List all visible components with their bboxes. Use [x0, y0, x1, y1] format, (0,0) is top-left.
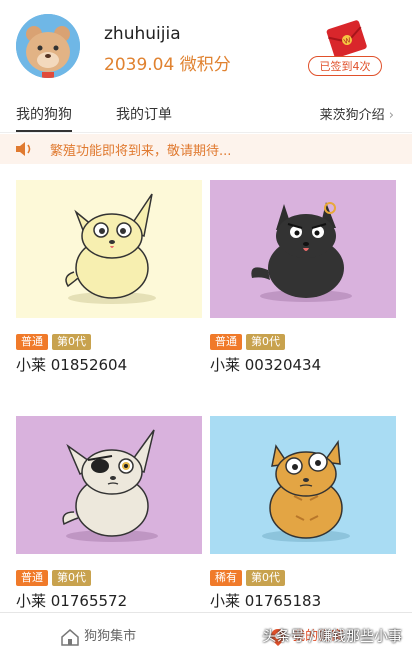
notice-bar: 繁殖功能即将到来，敬请期待...: [0, 134, 412, 164]
username: zhuhuijia: [104, 24, 181, 44]
speaker-icon: [16, 142, 31, 156]
dog-name: 小莱 01852604: [16, 356, 128, 374]
black-dog-illustration: [251, 202, 352, 302]
tab-bar: 我的狗狗 我的订单 莱茨狗介绍 ›: [0, 96, 412, 133]
dog-image[interactable]: [16, 416, 202, 554]
house-icon: [61, 628, 79, 646]
dog-tags: 普通 第0代: [210, 330, 289, 350]
orange-dog-illustration: [262, 439, 350, 542]
tab-my-dogs[interactable]: 我的狗狗: [16, 104, 72, 132]
watermark-text: 头条号 / 赚钱那些小事: [262, 629, 402, 645]
dog-name: 小莱 01765572: [16, 592, 128, 610]
signin-count-badge[interactable]: 已签到4次: [308, 56, 382, 76]
rarity-tag: 稀有: [210, 570, 242, 586]
dog-image[interactable]: [210, 180, 396, 318]
generation-tag: 第0代: [52, 334, 91, 350]
dog-tags: 普通 第0代: [16, 566, 95, 586]
rarity-tag: 普通: [16, 334, 48, 350]
nav-market[interactable]: 狗狗集市: [60, 625, 136, 646]
nav-market-label: 狗狗集市: [84, 629, 137, 644]
tab-my-orders[interactable]: 我的订单: [116, 104, 172, 124]
red-envelope-icon: W: [326, 20, 367, 58]
dog-tags: 稀有 第0代: [210, 566, 289, 586]
dog-tags: 普通 第0代: [16, 330, 95, 350]
rarity-tag: 普通: [210, 334, 242, 350]
cream-dog-illustration: [65, 193, 156, 304]
intro-link[interactable]: 莱茨狗介绍 ›: [320, 104, 394, 123]
chevron-right-icon: ›: [388, 108, 394, 123]
white-dog-eyepatch-illustration: [62, 429, 158, 542]
dog-image[interactable]: [210, 416, 396, 554]
generation-tag: 第0代: [246, 570, 285, 586]
notice-text: 繁殖功能即将到来，敬请期待...: [50, 144, 232, 159]
generation-tag: 第0代: [246, 334, 285, 350]
rarity-tag: 普通: [16, 570, 48, 586]
signin-widget[interactable]: W 已签到4次: [308, 20, 384, 78]
dog-image[interactable]: [16, 180, 202, 318]
points-balance: 2039.04 微积分: [104, 55, 231, 75]
profile-header: zhuhuijia 2039.04 微积分 W 已签到4次: [0, 0, 412, 96]
intro-link-label: 莱茨狗介绍: [319, 108, 385, 123]
generation-tag: 第0代: [52, 570, 91, 586]
dog-name: 小莱 01765183: [210, 592, 322, 610]
avatar[interactable]: [16, 14, 80, 78]
dog-name: 小莱 00320434: [210, 356, 322, 374]
bear-avatar-icon: [16, 14, 80, 78]
